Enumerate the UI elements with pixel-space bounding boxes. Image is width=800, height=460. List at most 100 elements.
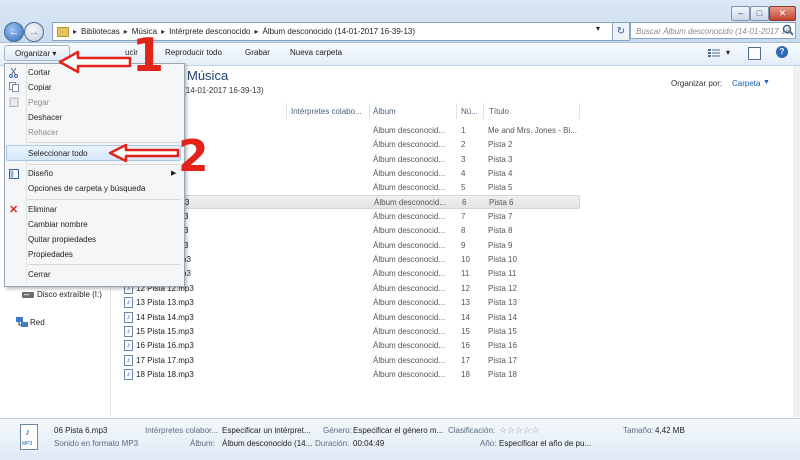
file-row[interactable]: ♪ 15 Pista 15.mp3 Álbum desconocid... 15… [120, 325, 580, 339]
file-row[interactable]: ♪ 16 Pista 16.mp3 Álbum desconocid... 16… [120, 339, 580, 353]
column-header-number[interactable]: Nú... [461, 107, 478, 116]
details-year-value[interactable]: Especificar el año de pu... [499, 439, 591, 448]
menu-item-close[interactable]: Cerrar [28, 270, 51, 279]
menu-item-undo[interactable]: Deshacer [28, 113, 62, 122]
refresh-button[interactable]: ↻ [612, 22, 630, 41]
column-divider[interactable] [456, 103, 457, 119]
file-row[interactable]: 3 Álbum desconocid... 8 Pista 8 [120, 224, 580, 238]
file-row[interactable]: 3 Álbum desconocid... 9 Pista 9 [120, 239, 580, 253]
music-file-icon: ♪ [124, 326, 133, 337]
menu-item-delete[interactable]: Eliminar [28, 205, 57, 214]
file-title: Pista 10 [488, 255, 517, 264]
details-artists-value[interactable]: Especificar un intérpret... [222, 426, 310, 435]
file-row[interactable]: ♪ 12 Pista 12.mp3 Álbum desconocid... 12… [120, 282, 580, 296]
menu-item-redo[interactable]: Rehacer [28, 128, 58, 137]
play-all-button[interactable]: Reproducir todo [165, 48, 222, 57]
scissors-icon [9, 68, 18, 78]
file-row[interactable]: ♪ 14 Pista 14.mp3 Álbum desconocid... 14… [120, 311, 580, 325]
file-row[interactable]: ♪ 13 Pista 13.mp3 Álbum desconocid... 13… [120, 296, 580, 310]
preview-pane-icon[interactable] [748, 47, 761, 60]
library-title: Música [187, 68, 229, 83]
chevron-down-icon[interactable]: ▼ [763, 79, 770, 86]
menu-item-paste[interactable]: Pegar [28, 98, 49, 107]
file-track-number: 8 [461, 226, 466, 235]
details-genre-value[interactable]: Especificar el género m... [353, 426, 443, 435]
menu-item-properties[interactable]: Propiedades [28, 250, 73, 259]
minimize-button[interactable]: – [731, 6, 750, 21]
column-divider[interactable] [369, 103, 370, 119]
file-title: Pista 6 [489, 198, 514, 207]
file-album: Álbum desconocid... [373, 269, 446, 278]
search-icon[interactable] [782, 24, 794, 36]
address-history-dropdown-icon[interactable]: ▾ [596, 24, 600, 33]
new-folder-button[interactable]: Nueva carpeta [290, 48, 342, 57]
column-divider[interactable] [483, 103, 484, 119]
column-divider[interactable] [579, 103, 580, 119]
file-name: 15 Pista 15.mp3 [136, 327, 194, 336]
file-title: Pista 5 [488, 183, 513, 192]
help-icon[interactable]: ? [776, 46, 788, 58]
nav-item-network[interactable]: Red [30, 318, 45, 327]
file-row[interactable]: ♪ 17 Pista 17.mp3 Álbum desconocid... 17… [120, 354, 580, 368]
burn-button[interactable]: Grabar [245, 48, 270, 57]
column-divider[interactable] [286, 103, 287, 119]
file-title: Pista 4 [488, 169, 513, 178]
close-window-button[interactable]: ✕ [769, 6, 796, 21]
file-album: Álbum desconocid... [373, 356, 446, 365]
star-icon[interactable]: ☆ [531, 425, 539, 435]
breadcrumb-separator-icon[interactable]: ▸ [124, 27, 128, 36]
search-input[interactable]: Buscar Álbum desconocido (14-01-2017 16-… [630, 22, 796, 53]
details-genre-label: Género: [323, 426, 352, 435]
view-options-dropdown-icon[interactable]: ▾ [726, 48, 730, 57]
menu-item-cut[interactable]: Cortar [28, 68, 50, 77]
paste-icon [9, 97, 19, 107]
menu-item-folder-options[interactable]: Opciones de carpeta y búsqueda [28, 184, 145, 193]
forward-button[interactable]: → [24, 22, 44, 42]
file-row[interactable]: 3 Álbum desconocid... 7 Pista 7 [120, 210, 580, 224]
maximize-button[interactable]: □ [750, 6, 769, 21]
menu-item-remove-properties[interactable]: Quitar propiedades [28, 235, 96, 244]
column-header-title[interactable]: Título [489, 107, 509, 116]
file-row[interactable]: p3 Álbum desconocid... 10 Pista 10 [120, 253, 580, 267]
back-button[interactable]: ← [4, 22, 24, 42]
file-title: Pista 18 [488, 370, 517, 379]
music-file-icon: ♪ [124, 369, 133, 380]
file-name: 14 Pista 14.mp3 [136, 313, 194, 322]
breadcrumb-interprete[interactable]: Intérprete desconocido [169, 27, 250, 36]
nav-item-removable-drive[interactable]: Disco extraíble (I:) [37, 290, 102, 299]
file-row[interactable]: p3 Álbum desconocid... 11 Pista 11 [120, 267, 580, 281]
file-album: Álbum desconocid... [373, 212, 446, 221]
menu-item-select-all[interactable]: Seleccionar todo [28, 149, 88, 158]
network-icon [16, 317, 28, 327]
column-header-artists[interactable]: Intérpretes colabo... [291, 107, 362, 116]
breadcrumb-bibliotecas[interactable]: Bibliotecas [81, 27, 120, 36]
details-duration-label: Duración: [315, 439, 350, 448]
menu-separator [28, 264, 180, 265]
details-album-value[interactable]: Álbum desconocido (14... [222, 439, 312, 448]
rating-stars[interactable]: ☆☆☆☆☆ [499, 425, 539, 436]
file-album: Álbum desconocid... [373, 183, 446, 192]
library-subtitle: do (14-01-2017 16-39-13) [172, 86, 264, 95]
change-view-icon[interactable] [708, 48, 720, 58]
file-row[interactable]: Álbum desconocid... 5 Pista 5 [120, 181, 580, 195]
menu-item-rename[interactable]: Cambiar nombre [28, 220, 88, 229]
star-icon[interactable]: ☆ [507, 425, 515, 435]
file-title: Pista 17 [488, 356, 517, 365]
arrange-by-dropdown[interactable]: Carpeta [732, 79, 760, 88]
file-track-number: 14 [461, 313, 470, 322]
menu-item-layout[interactable]: Diseño [28, 169, 53, 178]
vertical-scrollbar[interactable] [793, 66, 800, 417]
annotation-number-1: 1 [132, 28, 165, 82]
file-album: Álbum desconocid... [373, 241, 446, 250]
file-album: Álbum desconocid... [373, 313, 446, 322]
breadcrumb-separator-icon[interactable]: ▸ [254, 27, 258, 36]
file-row-selected[interactable]: 3 Álbum desconocid... 6 Pista 6 [120, 195, 580, 209]
menu-item-copy[interactable]: Copiar [28, 83, 52, 92]
star-icon[interactable]: ☆ [499, 425, 507, 435]
file-row[interactable]: ♪ 18 Pista 18.mp3 Álbum desconocid... 18… [120, 368, 580, 382]
breadcrumb-album[interactable]: Álbum desconocido (14-01-2017 16-39-13) [262, 27, 415, 36]
file-album: Álbum desconocid... [373, 226, 446, 235]
breadcrumb-separator-icon[interactable]: ▸ [73, 27, 77, 36]
file-title: Pista 8 [488, 226, 513, 235]
column-header-album[interactable]: Álbum [373, 107, 396, 116]
